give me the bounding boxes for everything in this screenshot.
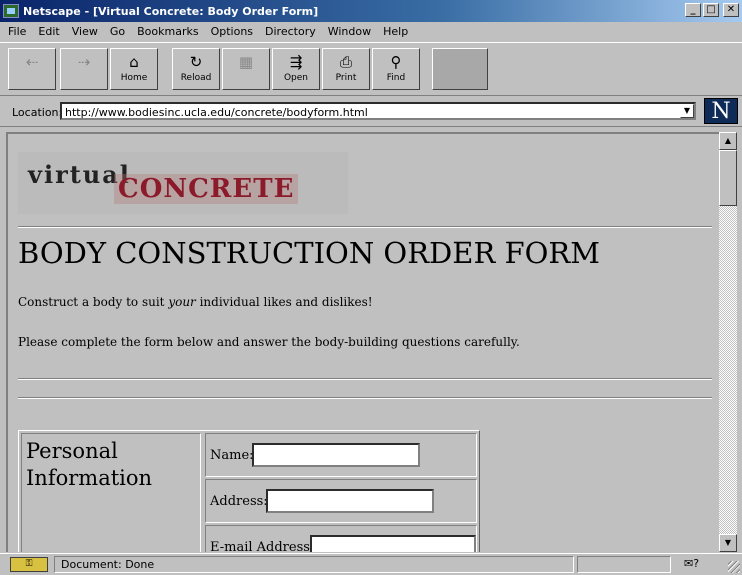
fields-cell: Name: Address: E-mail Address:: [205, 433, 477, 552]
images-button[interactable]: ▦: [222, 48, 270, 90]
stop-icon: [433, 51, 487, 73]
email-field[interactable]: [310, 535, 476, 552]
page-content[interactable]: virtual CONCRETE BODY CONSTRUCTION ORDER…: [6, 132, 719, 552]
netscape-app-icon[interactable]: [3, 4, 19, 18]
menu-help[interactable]: Help: [377, 25, 414, 38]
menu-window[interactable]: Window: [322, 25, 377, 38]
open-icon: ⇶: [289, 53, 303, 71]
menu-directory[interactable]: Directory: [259, 25, 322, 38]
stop-button[interactable]: [432, 48, 488, 90]
back-button[interactable]: ⇠: [8, 48, 56, 90]
security-key-icon[interactable]: ⚿: [10, 557, 48, 572]
open-button[interactable]: ⇶ Open: [272, 48, 320, 90]
netscape-n-logo[interactable]: N: [704, 98, 738, 124]
close-button[interactable]: ✕: [723, 3, 739, 17]
form-row-email: E-mail Address:: [205, 525, 477, 552]
page-heading: BODY CONSTRUCTION ORDER FORM: [18, 236, 600, 270]
minimize-button[interactable]: _: [685, 3, 701, 17]
location-url-input[interactable]: http://www.bodiesinc.ucla.edu/concrete/b…: [60, 102, 696, 120]
banner-concrete-text: CONCRETE: [114, 174, 299, 204]
home-button[interactable]: ⌂ Home: [110, 48, 158, 90]
window-title: Netscape - [Virtual Concrete: Body Order…: [23, 4, 319, 18]
resize-grip[interactable]: [728, 561, 740, 573]
location-label: Location:: [12, 106, 63, 119]
scroll-down-button[interactable]: ▼: [719, 534, 737, 552]
find-icon: ⚲: [390, 53, 402, 71]
name-label: Name:: [210, 448, 254, 463]
intro-text: Construct a body to suit your individual…: [18, 295, 373, 309]
back-arrow-icon: ⇠: [25, 53, 39, 71]
forward-button[interactable]: ⇢: [60, 48, 108, 90]
divider: [18, 397, 712, 399]
divider: [18, 378, 712, 380]
address-label: Address:: [210, 494, 268, 509]
home-icon: ⌂: [129, 53, 139, 71]
location-bar: Location: http://www.bodiesinc.ucla.edu/…: [0, 97, 742, 127]
forward-arrow-icon: ⇢: [77, 53, 91, 71]
menu-view[interactable]: View: [66, 25, 104, 38]
intro-pre: Construct a body to suit: [18, 295, 169, 309]
reload-button[interactable]: ↻ Reload: [172, 48, 220, 90]
scroll-up-button[interactable]: ▲: [719, 132, 737, 150]
menu-file[interactable]: File: [2, 25, 32, 38]
intro-emphasis: your: [168, 295, 196, 309]
location-dropdown-button[interactable]: ▼: [680, 104, 694, 118]
email-label: E-mail Address:: [210, 540, 315, 552]
menu-go[interactable]: Go: [104, 25, 131, 38]
personal-info-table: Personal Information Name: Address: E-ma…: [18, 430, 480, 552]
status-bar: ⚿ Document: Done ✉?: [0, 553, 742, 575]
scroll-thumb[interactable]: [719, 150, 737, 206]
form-row-name: Name:: [205, 433, 477, 477]
vertical-scrollbar[interactable]: ▲ ▼: [719, 132, 737, 552]
address-field[interactable]: [266, 489, 434, 513]
divider: [18, 226, 712, 228]
reload-icon: ↻: [189, 53, 203, 71]
mail-icon[interactable]: ✉?: [684, 557, 699, 570]
menu-options[interactable]: Options: [205, 25, 259, 38]
menu-bookmarks[interactable]: Bookmarks: [131, 25, 204, 38]
status-text: Document: Done: [54, 556, 574, 573]
print-icon: ⎙: [339, 53, 352, 71]
virtual-concrete-banner: virtual CONCRETE: [18, 152, 348, 214]
print-button[interactable]: ⎙ Print: [322, 48, 370, 90]
maximize-button[interactable]: □: [703, 3, 719, 17]
menu-edit[interactable]: Edit: [32, 25, 65, 38]
form-row-address: Address:: [205, 479, 477, 523]
intro-post: individual likes and dislikes!: [195, 295, 373, 309]
instructions-text: Please complete the form below and answe…: [18, 335, 520, 349]
title-bar: Netscape - [Virtual Concrete: Body Order…: [0, 0, 742, 22]
progress-pane: [577, 556, 671, 573]
images-icon: ▦: [238, 53, 254, 71]
toolbar: ⇠ ⇢ ⌂ Home ↻ Reload ▦ ⇶ Open ⎙ Print ⚲ F…: [0, 42, 742, 96]
find-button[interactable]: ⚲ Find: [372, 48, 420, 90]
menu-bar: File Edit View Go Bookmarks Options Dire…: [0, 22, 742, 41]
name-field[interactable]: [252, 443, 420, 467]
section-title-personal-information: Personal Information: [26, 439, 153, 490]
section-cell: Personal Information: [21, 433, 201, 552]
